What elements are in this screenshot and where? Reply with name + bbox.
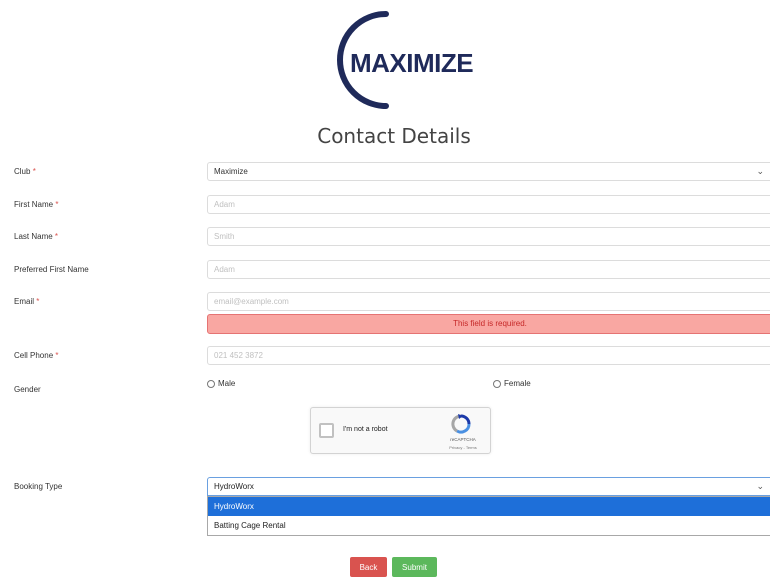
maximize-logo: MAXIMIZE <box>328 8 474 113</box>
back-button[interactable]: Back <box>350 557 387 577</box>
recaptcha-widget: I'm not a robot reCAPTCHA Privacy - Term… <box>310 407 491 454</box>
radio-icon <box>493 379 501 388</box>
recaptcha-terms-link[interactable]: Privacy - Terms <box>440 445 486 450</box>
chevron-down-icon: ⌄ <box>756 481 764 491</box>
first-name-input[interactable]: Adam <box>207 195 770 214</box>
preferred-first-name-label: Preferred First Name <box>14 265 89 274</box>
email-input[interactable]: email@example.com <box>207 292 770 311</box>
logo-text: MAXIMIZE <box>350 48 474 78</box>
last-name-label: Last Name * <box>14 232 59 241</box>
recaptcha-checkbox[interactable] <box>319 423 334 438</box>
recaptcha-label: I'm not a robot <box>343 426 388 433</box>
chevron-down-icon: ⌄ <box>756 166 764 176</box>
gender-label: Gender <box>14 385 41 394</box>
email-label: Email * <box>14 297 40 306</box>
last-name-input[interactable]: Smith <box>207 227 770 246</box>
page-title: Contact Details <box>317 124 471 148</box>
email-error-message: This field is required. <box>207 314 770 334</box>
submit-button[interactable]: Submit <box>392 557 437 577</box>
contact-details-page: MAXIMIZE Contact Details Club * Maximize… <box>0 0 770 577</box>
dropdown-option-batting-cage-rental[interactable]: Batting Cage Rental <box>208 516 770 535</box>
recaptcha-logo-icon <box>451 414 471 434</box>
club-label: Club * <box>14 167 36 176</box>
cell-phone-input[interactable]: 021 452 3872 <box>207 346 770 365</box>
club-select-value: Maximize <box>214 167 248 176</box>
radio-icon <box>207 379 215 388</box>
cell-phone-label: Cell Phone * <box>14 351 59 360</box>
recaptcha-brand: reCAPTCHA <box>450 437 476 442</box>
gender-radio-male[interactable]: Male <box>207 379 235 388</box>
preferred-first-name-input[interactable]: Adam <box>207 260 770 279</box>
club-select[interactable]: Maximize ⌄ <box>207 162 770 181</box>
dropdown-option-hydroworx[interactable]: HydroWorx <box>208 497 770 516</box>
booking-type-select-value: HydroWorx <box>214 482 254 491</box>
booking-type-select[interactable]: HydroWorx ⌄ <box>207 477 770 496</box>
gender-radio-female[interactable]: Female <box>493 379 531 388</box>
first-name-label: First Name * <box>14 200 59 209</box>
booking-type-dropdown: HydroWorx Batting Cage Rental <box>207 496 770 536</box>
booking-type-label: Booking Type <box>14 482 63 491</box>
